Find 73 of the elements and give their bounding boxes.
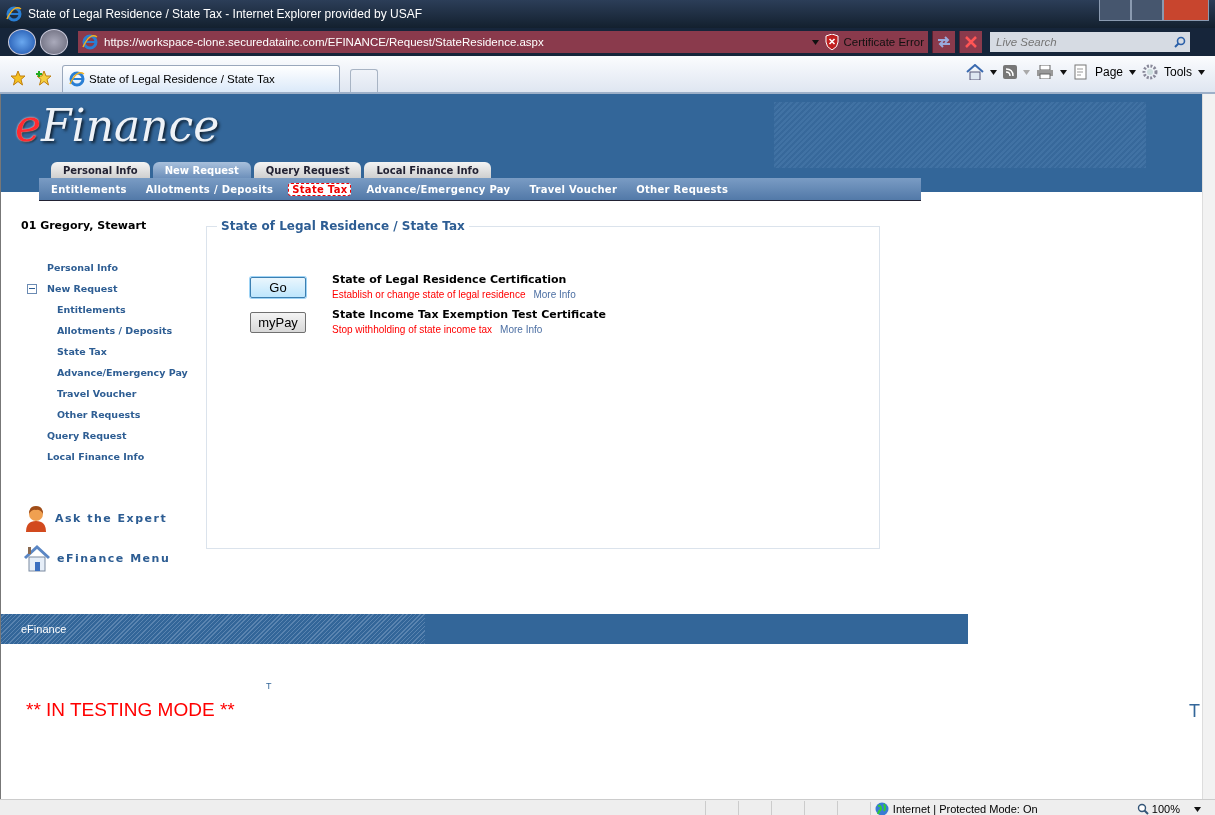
sidebar-link[interactable]: Query Request (47, 430, 127, 441)
page-menu[interactable]: Page (1094, 65, 1123, 79)
globe-icon (874, 802, 889, 815)
sidebar-link[interactable]: Other Requests (57, 409, 141, 420)
home-icon[interactable] (965, 64, 984, 80)
panel-title: State of Legal Residence / State Tax (217, 219, 469, 233)
page-icon (82, 34, 98, 50)
browser-icon (6, 6, 22, 22)
sidebar-link[interactable]: Advance/Emergency Pay (57, 367, 188, 378)
sidebar-link[interactable]: New Request (47, 283, 118, 294)
browser-tab[interactable]: State of Legal Residence / State Tax (62, 65, 340, 92)
sidebar-link[interactable]: Allotments / Deposits (57, 325, 173, 336)
search-icon[interactable] (1174, 36, 1186, 48)
sub-nav-link[interactable]: Advance/Emergency Pay (362, 182, 515, 196)
scrollbar[interactable] (1202, 94, 1215, 799)
search-field[interactable]: Live Search (994, 35, 1158, 49)
sidebar-link[interactable]: Entitlements (57, 304, 126, 315)
item-title: State of Legal Residence Certification (332, 273, 568, 286)
feed-icon[interactable] (1002, 65, 1017, 79)
site-logo[interactable]: eFinance (15, 94, 1202, 150)
marker-text: T (1189, 701, 1200, 722)
nav-tab[interactable]: Local Finance Info (364, 162, 491, 178)
search-box[interactable]: Live Search (990, 32, 1190, 52)
security-zone[interactable]: Internet | Protected Mode: On (892, 803, 1038, 815)
user-name: 01 Gregory, Stewart (21, 219, 147, 232)
marker-text: T (266, 681, 272, 691)
action-button[interactable]: Go (250, 277, 306, 298)
back-button[interactable] (8, 29, 36, 55)
sidebar-link[interactable]: Personal Info (47, 262, 118, 273)
sidebar-link[interactable]: Travel Voucher (57, 388, 137, 399)
caret-icon[interactable] (1059, 69, 1067, 75)
footer-label: eFinance (21, 623, 67, 635)
quick-link[interactable]: Ask the Expert (55, 511, 168, 525)
tools-menu[interactable]: Tools (1164, 65, 1192, 79)
item-description: Establish or change state of legal residence (332, 289, 526, 300)
sub-nav-link[interactable]: Travel Voucher (525, 182, 622, 196)
nav-tab[interactable]: Query Request (253, 162, 362, 178)
action-button[interactable]: myPay (250, 312, 306, 333)
nav-tab[interactable]: Personal Info (51, 162, 150, 178)
testing-mode-notice: ** IN TESTING MODE ** (26, 699, 235, 721)
printer-icon[interactable] (1035, 65, 1054, 79)
zoom-level[interactable]: 100% (1151, 803, 1180, 815)
refresh-icon[interactable] (936, 35, 952, 49)
caret-icon[interactable] (989, 69, 997, 75)
zoom-icon (1136, 803, 1149, 815)
sub-nav-link[interactable]: Entitlements (47, 182, 131, 196)
caret-icon[interactable] (1198, 69, 1205, 75)
caret-icon[interactable] (1194, 806, 1201, 812)
favorites-star-icon[interactable] (10, 70, 26, 86)
caret-icon[interactable] (1129, 69, 1136, 75)
add-favorite-icon[interactable] (36, 70, 52, 86)
person-icon (23, 504, 49, 532)
page-icon (69, 71, 85, 87)
restore-button[interactable] (1131, 0, 1163, 21)
sidebar-link[interactable]: State Tax (57, 346, 107, 357)
item-title: State Income Tax Exemption Test Certificate (332, 308, 606, 321)
page-icon (1072, 64, 1089, 80)
collapse-toggle[interactable] (27, 283, 37, 294)
sub-nav-link[interactable]: Other Requests (632, 182, 733, 196)
stop-icon[interactable] (965, 36, 977, 48)
more-info-link[interactable]: More Info (533, 289, 576, 300)
minimize-button[interactable] (1099, 0, 1131, 21)
quick-link[interactable]: eFinance Menu (57, 551, 171, 565)
window-title: State of Legal Residence / State Tax - Internet Explorer provided by USAF (28, 7, 422, 21)
sidebar-link[interactable]: Local Finance Info (47, 451, 145, 462)
sub-nav-link[interactable]: Allotments / Deposits (141, 182, 278, 196)
more-info-link[interactable]: More Info (500, 324, 543, 335)
gear-icon (1142, 64, 1158, 80)
house-icon (23, 544, 51, 572)
forward-button[interactable] (40, 29, 68, 55)
shield-icon (825, 34, 840, 50)
sub-nav-link[interactable]: State Tax (288, 182, 352, 196)
item-description: Stop withholding of state income tax (332, 324, 493, 335)
